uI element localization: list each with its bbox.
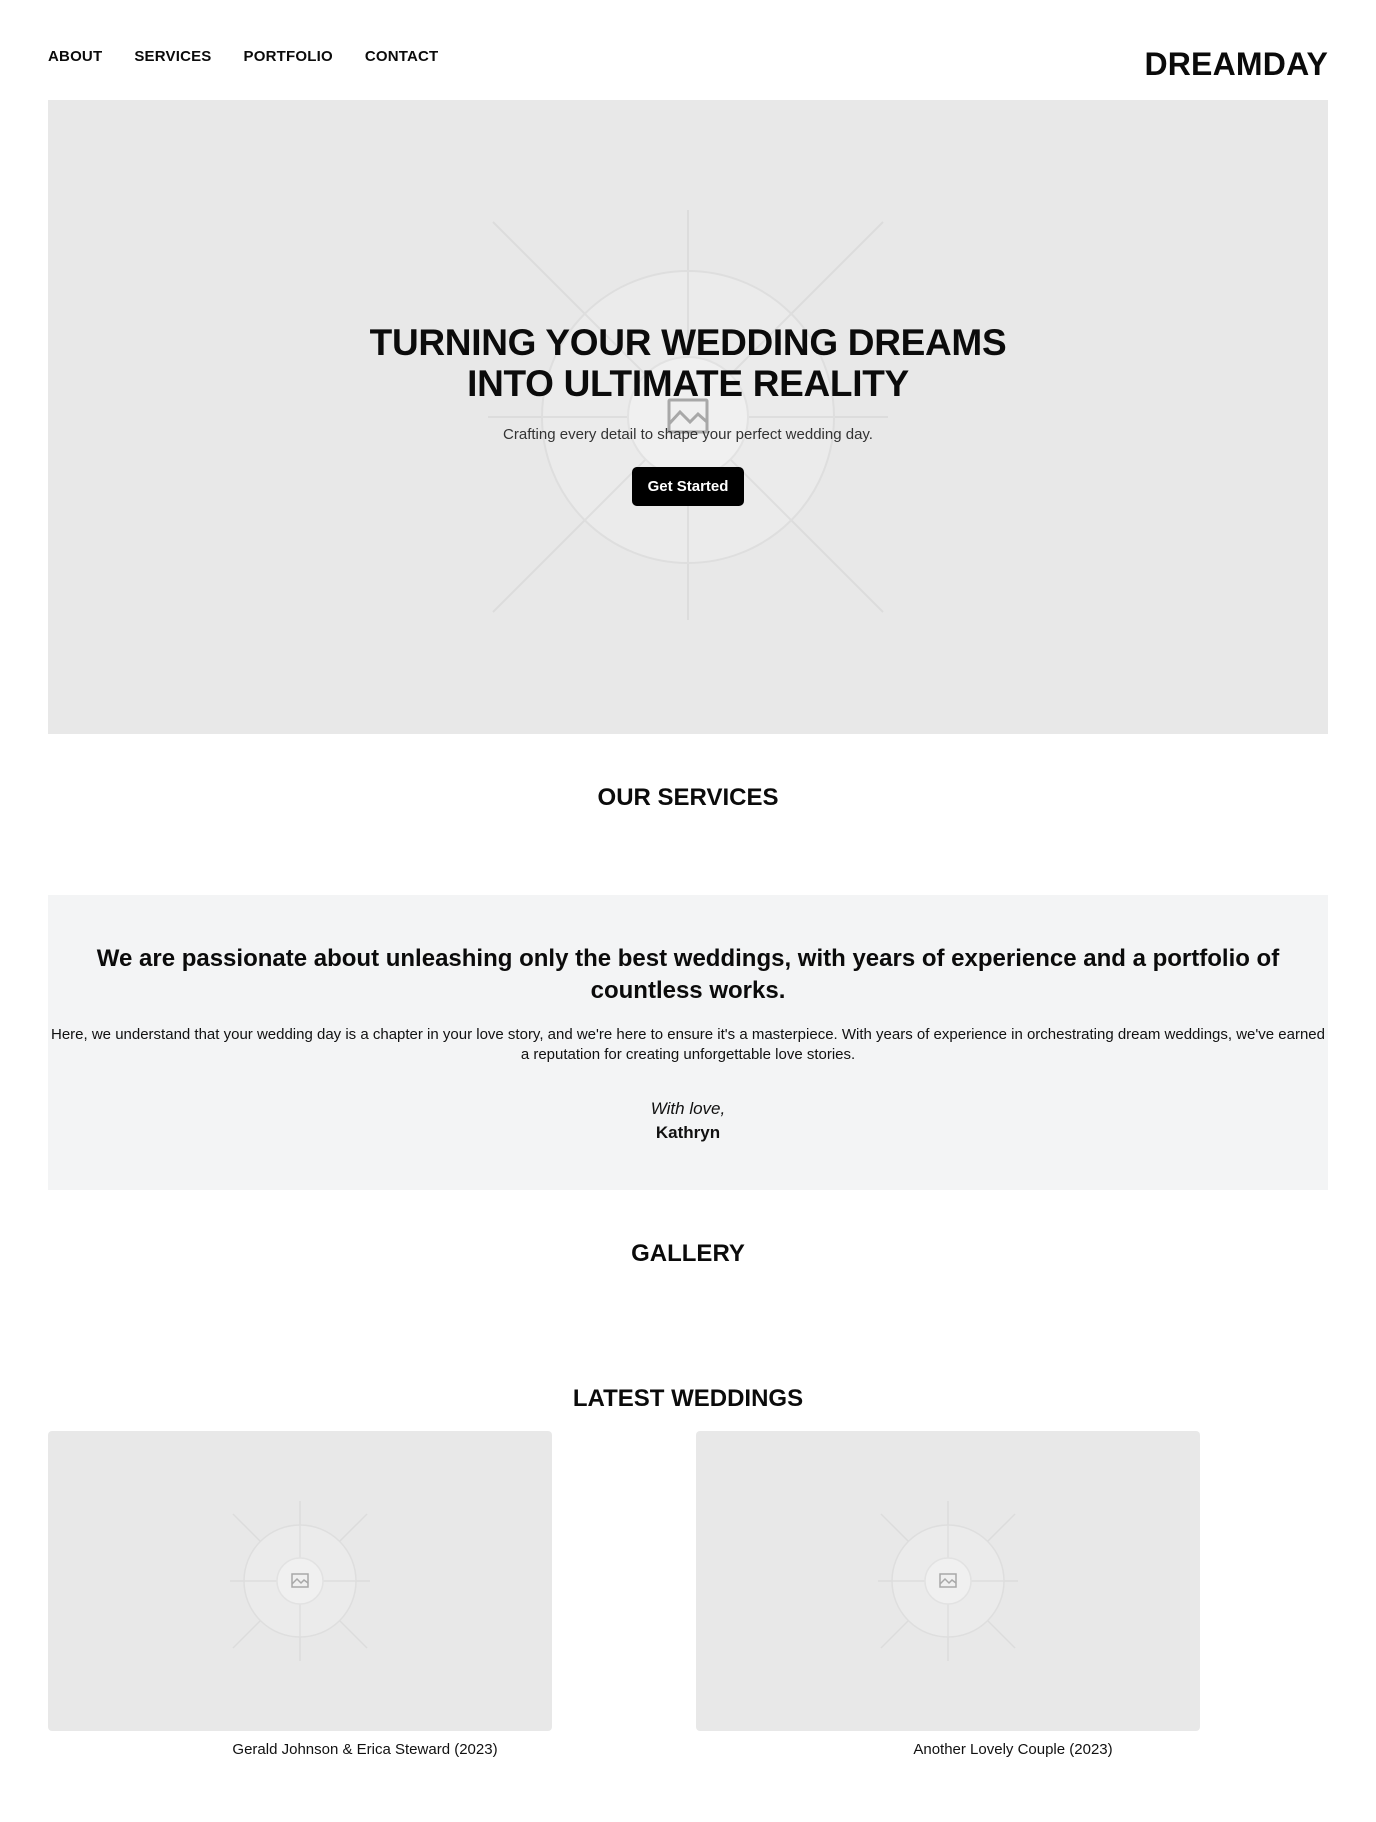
wedding-card-image[interactable] <box>48 1431 552 1731</box>
get-started-button[interactable]: Get Started <box>631 467 745 506</box>
about-body: Here, we understand that your wedding da… <box>51 1026 1325 1063</box>
nav-services-link[interactable]: SERVICES <box>134 48 211 65</box>
hero-section: TURNING YOUR WEDDING DREAMS INTO ULTIMAT… <box>48 100 1328 734</box>
site-logo[interactable]: DREAMDAY <box>1144 46 1328 83</box>
main-nav: ABOUT SERVICES PORTFOLIO CONTACT <box>48 48 438 65</box>
wedding-card-caption: Another Lovely Couple (2023) <box>913 1741 1113 1758</box>
wedding-card[interactable]: Another Lovely Couple (2023) <box>696 1431 1200 1758</box>
wedding-card-image[interactable] <box>696 1431 1200 1731</box>
image-placeholder <box>878 1501 1018 1661</box>
latest-weddings-title: LATEST WEDDINGS <box>572 1385 804 1412</box>
nav-about-link[interactable]: ABOUT <box>48 48 102 65</box>
hero-title: TURNING YOUR WEDDING DREAMS INTO ULTIMAT… <box>369 322 1007 404</box>
hero-subtitle: Crafting every detail to shape your perf… <box>503 426 873 443</box>
site-header: ABOUT SERVICES PORTFOLIO CONTACT DREAMDA… <box>48 0 1328 100</box>
wedding-card-caption: Gerald Johnson & Erica Steward (2023) <box>232 1741 498 1758</box>
hero-content: TURNING YOUR WEDDING DREAMS INTO ULTIMAT… <box>48 322 1328 506</box>
about-heading: We are passionate about unleashing only … <box>96 945 1280 1004</box>
image-placeholder <box>230 1501 370 1661</box>
about-section: We are passionate about unleashing only … <box>48 895 1328 1190</box>
services-title: OUR SERVICES <box>597 784 779 811</box>
gallery-title: GALLERY <box>631 1240 745 1267</box>
nav-contact-link[interactable]: CONTACT <box>365 48 439 65</box>
sign-off: With love, <box>650 1099 726 1118</box>
nav-portfolio-link[interactable]: PORTFOLIO <box>244 48 333 65</box>
signature-name: Kathryn <box>655 1123 721 1142</box>
wedding-card[interactable]: Gerald Johnson & Erica Steward (2023) <box>48 1431 552 1758</box>
